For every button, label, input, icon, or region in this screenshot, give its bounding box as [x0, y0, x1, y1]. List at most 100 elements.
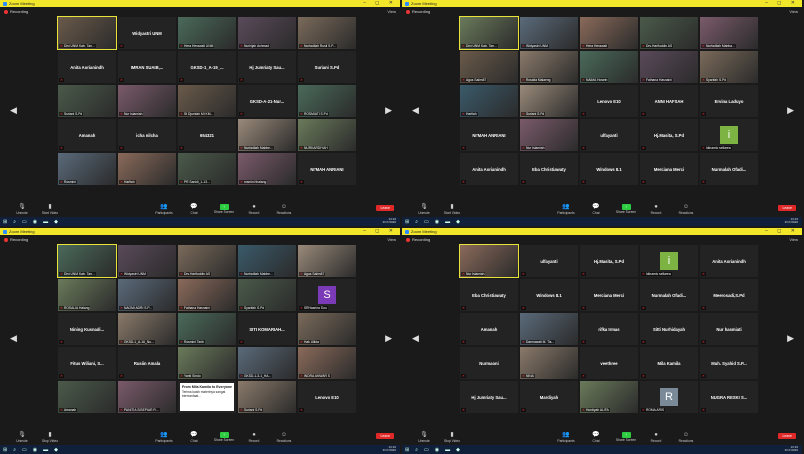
participant-tile[interactable]: Eba Christiawaty ✕ — [460, 279, 518, 311]
chat-button[interactable]: 💬 Chat — [582, 432, 610, 443]
participant-tile[interactable]: ulfayanti ✕ — [520, 245, 578, 277]
participant-tile[interactable]: GKSD-1_A-19_... ✕ — [178, 51, 236, 83]
task-view-icon[interactable]: ▭ — [424, 219, 429, 225]
participant-tile[interactable]: SITI KOMARIAH... ✕ — [238, 313, 296, 345]
participant-video-tile[interactable]: ✕ Suriani S.Pd — [238, 381, 296, 413]
unmute-button[interactable]: 🎙 Unmute — [410, 432, 438, 443]
view-button[interactable]: View — [789, 9, 798, 14]
participant-tile[interactable]: Muh. Syahid S.P... ✕ — [700, 347, 758, 379]
view-button[interactable]: View — [387, 9, 396, 14]
windows-start-icon[interactable]: ⊞ — [3, 219, 7, 225]
participant-video-tile[interactable]: ✕ Hera Herawati — [580, 17, 638, 49]
participant-avatar-tile[interactable]: S ✕ SRHasrina Sou — [298, 279, 356, 311]
participant-video-tile[interactable]: ✕ PANITIA SISEPIAR R... — [118, 381, 176, 413]
task-view-icon[interactable]: ▭ — [424, 447, 429, 453]
participant-video-tile[interactable]: ✕ Agus Salim87 — [460, 51, 518, 83]
participant-video-tile[interactable]: ✕ NINA — [520, 347, 578, 379]
participant-video-tile[interactable]: ✕ Suriani S.Pd — [58, 85, 116, 117]
participant-avatar-tile[interactable]: i ✕ Idinamic sellarea — [640, 245, 698, 277]
participant-tile[interactable]: icha nilcha ✕ — [118, 119, 176, 151]
participant-video-tile[interactable]: ✕ GKSD-1-3-1_HA... — [238, 347, 296, 379]
zoom-taskbar-icon[interactable]: ◆ — [456, 219, 460, 225]
participant-video-tile[interactable]: ✕ Harfiah — [460, 85, 518, 117]
share-screen-button[interactable]: ↑ Share Screen — [210, 203, 238, 215]
participant-video-tile[interactable]: ✕ Syarifah S.Pd — [238, 279, 296, 311]
participant-video-tile[interactable]: ✕ PR Sanidi_1-13... — [178, 153, 236, 185]
participant-video-tile[interactable]: ✕ NURKARDIYAH — [298, 119, 356, 151]
participant-video-tile[interactable]: ✕ St Djumlah MI KM... — [178, 85, 236, 117]
participant-tile[interactable]: Nurmalah Ofadi... ✕ — [640, 279, 698, 311]
reactions-button[interactable]: ☺ Reactions — [672, 432, 700, 443]
participant-video-tile[interactable]: ✕ Drs.Harifuddin AS — [640, 17, 698, 49]
reactions-button[interactable]: ☺ Reactions — [270, 204, 298, 215]
participant-video-tile[interactable]: ✕ Hak Uliida — [298, 313, 356, 345]
share-screen-button[interactable]: ↑ Share Screen — [210, 431, 238, 443]
task-view-icon[interactable]: ▭ — [22, 219, 27, 225]
participant-avatar-tile[interactable]: i ✕ Idinamic sellarea — [700, 119, 758, 151]
zoom-taskbar-icon[interactable]: ◆ — [54, 447, 58, 453]
participant-video-tile[interactable]: ✕ Nurfadilah Rusli S.P... — [298, 17, 356, 49]
participants-button[interactable]: 👥 Participants — [150, 204, 178, 215]
participant-tile[interactable]: NUGRA RESKI S... ✕ — [700, 381, 758, 413]
window-controls[interactable]: – ◻ ✕ — [363, 0, 397, 6]
participant-tile[interactable]: Eba Christiawaty ✕ — [520, 153, 578, 185]
participant-tile[interactable]: GKSD-A-21-Nur... ✕ — [238, 85, 296, 117]
participant-video-tile[interactable]: ✕ Nurfadilah Mabbe... — [238, 245, 296, 277]
windows-start-icon[interactable]: ⊞ — [405, 447, 409, 453]
chat-button[interactable]: 💬 Chat — [582, 204, 610, 215]
participant-tile[interactable]: Merciana Merci ✕ — [640, 153, 698, 185]
participant-tile[interactable]: Fitus Wiliani, S... ✕ — [58, 347, 116, 379]
participant-video-tile[interactable]: ✕ Rosalia Malaeng — [520, 51, 578, 83]
participant-video-tile[interactable]: ✕ Dini UNM Kab. Tan... — [459, 16, 519, 50]
prev-page-arrow-icon[interactable]: ◀ — [10, 333, 17, 344]
participant-video-tile[interactable]: ✕ NAOMI ADRI S.P... — [118, 279, 176, 311]
windows-start-icon[interactable]: ⊞ — [3, 447, 7, 453]
view-button[interactable]: View — [387, 237, 396, 242]
leave-button[interactable]: Leave — [376, 433, 394, 439]
participant-tile[interactable]: Amanah ✕ — [58, 119, 116, 151]
prev-page-arrow-icon[interactable]: ◀ — [10, 105, 17, 116]
participant-video-tile[interactable]: ✕ Suriani S.Pd — [520, 85, 578, 117]
participant-tile[interactable]: Hj Jumriaty Sau... ✕ — [238, 51, 296, 83]
participant-tile[interactable]: Ervina Laduyo ✕ — [700, 85, 758, 117]
participant-tile[interactable]: Lenovo E10 ✕ — [298, 381, 356, 413]
participant-video-tile[interactable]: ✕ Syarifah S.Pd — [700, 51, 758, 83]
next-page-arrow-icon[interactable]: ▶ — [787, 333, 794, 344]
unmute-button[interactable]: 🎙 Unmute — [410, 204, 438, 215]
participant-tile[interactable]: veethree ✕ — [580, 347, 638, 379]
next-page-arrow-icon[interactable]: ▶ — [385, 105, 392, 116]
video-button[interactable]: ▮ Start Video — [36, 204, 64, 215]
participant-video-tile[interactable]: ✕ NAIMA Hosein — [580, 51, 638, 83]
participant-video-tile[interactable]: ✕ Darmawati M. Tis... — [520, 313, 578, 345]
participant-tile[interactable]: Hj.Masita, S.Pd ✕ — [640, 119, 698, 151]
participant-video-tile[interactable]: ✕ Nur Islamiah — [459, 244, 519, 278]
participant-video-tile[interactable]: ✕ Nur Islamiah — [118, 85, 176, 117]
prev-page-arrow-icon[interactable]: ◀ — [412, 333, 419, 344]
participants-button[interactable]: 👥 Participants — [150, 432, 178, 443]
participant-tile[interactable]: Lenovo E10 ✕ — [580, 85, 638, 117]
participant-tile[interactable]: 654321 ✕ — [178, 119, 236, 151]
folder-icon[interactable]: ▬ — [445, 219, 450, 225]
participant-tile[interactable]: Windows 8.1 ✕ — [580, 153, 638, 185]
share-screen-button[interactable]: ↑ Share Screen — [612, 203, 640, 215]
participant-tile[interactable]: ANNI HAFSAH ✕ — [640, 85, 698, 117]
search-icon[interactable]: ⌕ — [415, 219, 418, 225]
leave-button[interactable]: Leave — [778, 205, 796, 211]
participant-video-tile[interactable]: ✕ ROSALIA Halang — [58, 279, 116, 311]
folder-icon[interactable]: ▬ — [445, 447, 450, 453]
participant-tile[interactable]: rifka Irmas ✕ — [580, 313, 638, 345]
record-button[interactable]: ● Record — [240, 432, 268, 443]
reactions-button[interactable]: ☺ Reactions — [672, 204, 700, 215]
unmute-button[interactable]: 🎙 Unmute — [8, 432, 36, 443]
browser-icon[interactable]: ◉ — [435, 447, 439, 453]
participant-video-tile[interactable]: ✕ Nur Islamiah — [520, 119, 578, 151]
record-button[interactable]: ● Record — [642, 204, 670, 215]
participant-tile[interactable]: Nurmaoni ✕ — [460, 347, 518, 379]
participant-tile[interactable]: Anita Aorianindh ✕ — [460, 153, 518, 185]
video-button[interactable]: ▮ Stop Video — [438, 432, 466, 443]
zoom-taskbar-icon[interactable]: ◆ — [456, 447, 460, 453]
share-screen-button[interactable]: ↑ Share Screen — [612, 431, 640, 443]
participant-tile[interactable]: Amanah ✕ — [460, 313, 518, 345]
participant-tile[interactable]: Anita Aorianindh ✕ — [58, 51, 116, 83]
participant-tile[interactable]: IMRAN SUAIB,... ✕ — [118, 51, 176, 83]
